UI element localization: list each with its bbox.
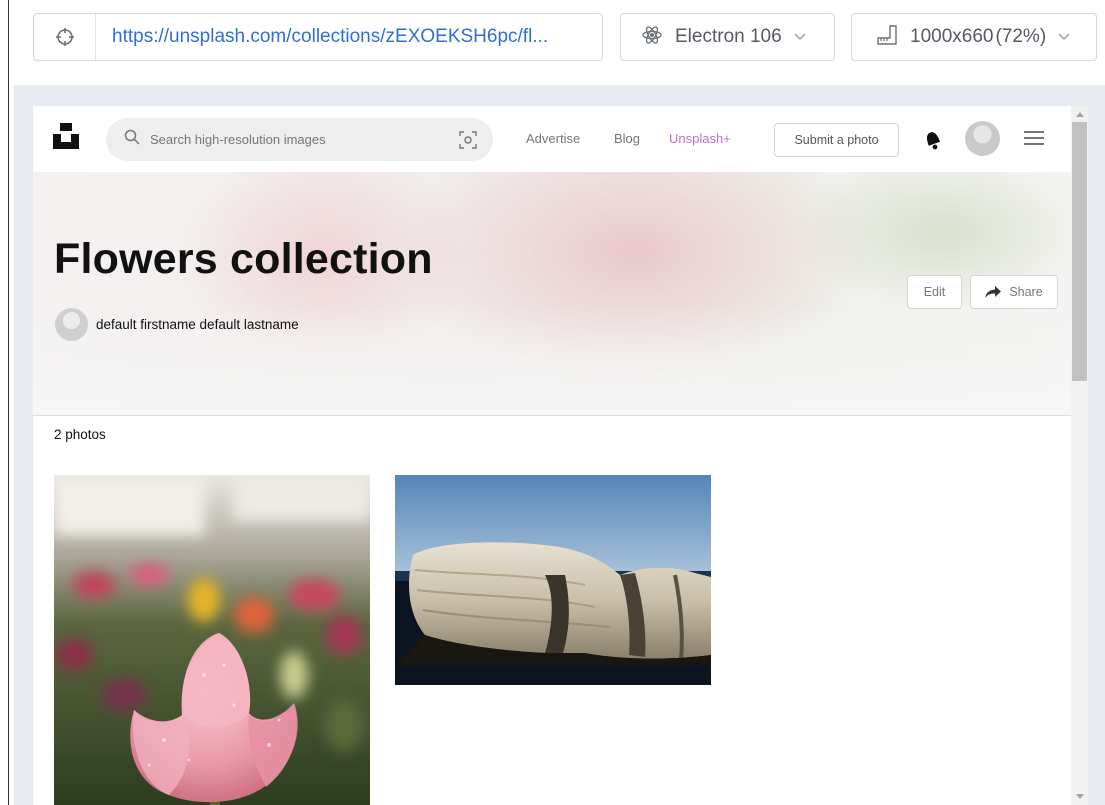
nav-unsplash-plus-link[interactable]: Unsplash+ xyxy=(669,131,731,146)
share-button[interactable]: Share xyxy=(970,275,1058,309)
page-viewport: Search high-resolution images Advertise … xyxy=(33,106,1088,805)
engine-select[interactable]: Electron 106 xyxy=(620,13,835,61)
notification-bell-icon[interactable] xyxy=(923,128,943,155)
viewport-size: 1000x660 xyxy=(910,26,994,47)
share-arrow-icon xyxy=(985,286,1002,298)
tulip-photo[interactable] xyxy=(54,475,370,805)
visual-search-icon[interactable] xyxy=(459,131,477,154)
url-text[interactable]: https://unsplash.com/collections/zEXOEKS… xyxy=(96,26,548,48)
chevron-down-icon xyxy=(794,28,806,46)
page-title: Flowers collection xyxy=(54,235,433,283)
share-label: Share xyxy=(1009,285,1043,299)
page-scrollbar[interactable] xyxy=(1071,106,1088,805)
scroll-down-arrow-icon[interactable] xyxy=(1076,794,1084,799)
browser-toolbar: https://unsplash.com/collections/zEXOEKS… xyxy=(0,0,1105,85)
electron-icon xyxy=(641,24,663,51)
menu-icon[interactable] xyxy=(1024,130,1044,151)
viewport-size-select[interactable]: 1000x660 (72%) xyxy=(851,13,1097,61)
chevron-down-icon xyxy=(1058,28,1070,46)
scrollbar-thumb[interactable] xyxy=(1072,122,1087,381)
unsplash-logo-icon[interactable] xyxy=(53,123,79,149)
search-icon xyxy=(124,129,140,150)
nav-advertise-link[interactable]: Advertise xyxy=(526,131,580,146)
crosshair-icon[interactable] xyxy=(34,14,96,60)
ruler-icon xyxy=(876,24,898,51)
site-header: Search high-resolution images Advertise … xyxy=(33,106,1071,172)
scroll-up-arrow-icon[interactable] xyxy=(1076,112,1084,117)
search-bar[interactable]: Search high-resolution images xyxy=(106,118,493,161)
nav-blog-link[interactable]: Blog xyxy=(614,131,640,146)
rock-photo[interactable] xyxy=(395,475,711,685)
search-input[interactable]: Search high-resolution images xyxy=(150,132,326,147)
zoom-level: (72%) xyxy=(995,26,1047,47)
photo-count: 2 photos xyxy=(54,427,106,442)
engine-label: Electron 106 xyxy=(675,26,782,47)
user-avatar[interactable] xyxy=(965,121,1000,156)
owner-avatar[interactable] xyxy=(55,308,88,341)
submit-photo-button[interactable]: Submit a photo xyxy=(774,123,899,157)
url-bar[interactable]: https://unsplash.com/collections/zEXOEKS… xyxy=(33,13,603,61)
window-edge xyxy=(8,0,9,805)
edit-button[interactable]: Edit xyxy=(907,275,962,309)
collection-hero: Flowers collection default firstname def… xyxy=(33,172,1071,416)
owner-name-link[interactable]: default firstname default lastname xyxy=(96,317,299,332)
